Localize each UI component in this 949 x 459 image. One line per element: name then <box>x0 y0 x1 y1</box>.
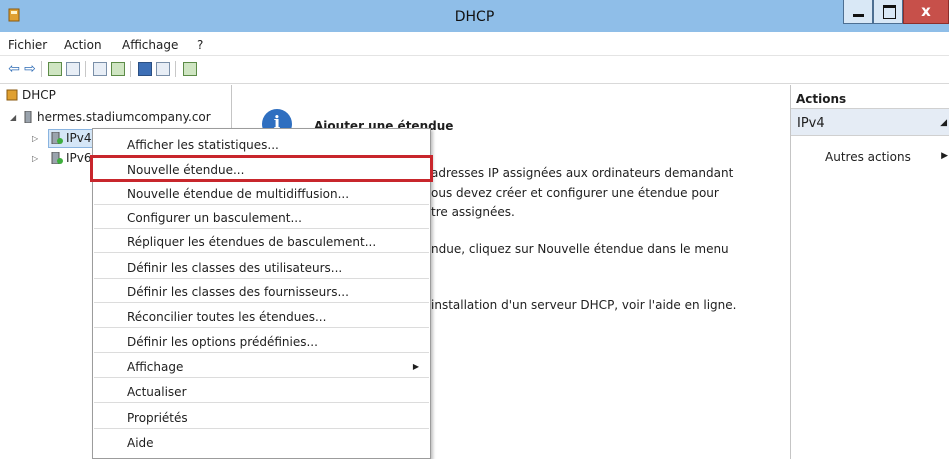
tree-label-ipv4: IPv4 <box>66 131 92 145</box>
menu-item-label: Réconcilier toutes les étendues... <box>127 310 327 324</box>
details-line-1: adresses IP assignées aux ordinateurs de… <box>431 166 734 180</box>
tree-label-server: hermes.stadiumcompany.cor <box>37 110 211 124</box>
details-line-4: ndue, cliquez sur Nouvelle étendue dans … <box>431 242 729 256</box>
help-icon[interactable] <box>138 62 152 76</box>
toolbar-separator <box>130 61 131 77</box>
menu-item-reconcilier[interactable]: Réconcilier toutes les étendues... <box>94 304 429 328</box>
more-actions-link[interactable]: Autres actions <box>825 150 911 164</box>
menu-item-proprietes[interactable]: Propriétés <box>94 405 429 429</box>
details-line-2: ous devez créer et configurer une étendu… <box>431 186 719 200</box>
menu-item-statistiques[interactable]: Afficher les statistiques... <box>94 132 429 156</box>
toolbar-separator <box>85 61 86 77</box>
menu-item-aide[interactable]: Aide <box>94 430 429 454</box>
minimize-button[interactable] <box>843 0 873 24</box>
actions-pane: Actions IPv4 ◢ Autres actions ▶ <box>790 85 949 459</box>
menu-item-label: Répliquer les étendues de basculement... <box>127 235 377 249</box>
export-icon[interactable] <box>93 62 107 76</box>
details-line-3: tre assignées. <box>431 205 515 219</box>
menu-fichier[interactable]: Fichier <box>8 38 47 52</box>
details-line-5: installation d'un serveur DHCP, voir l'a… <box>431 298 737 312</box>
ipv6-icon <box>51 152 63 164</box>
maximize-button[interactable] <box>873 0 903 24</box>
server-icon <box>24 111 32 123</box>
menu-item-repliquer[interactable]: Répliquer les étendues de basculement... <box>94 229 429 253</box>
console-tree-icon[interactable] <box>66 62 80 76</box>
menu-bar: Fichier Action Affichage ? <box>0 32 949 56</box>
close-icon: x <box>921 2 931 20</box>
menu-item-options-predefinies[interactable]: Définir les options prédéfinies... <box>94 329 429 353</box>
properties-icon[interactable] <box>156 62 170 76</box>
menu-item-label: Aide <box>127 436 154 450</box>
close-button[interactable]: x <box>903 0 949 24</box>
menu-item-classes-utilisateurs[interactable]: Définir les classes des utilisateurs... <box>94 255 429 279</box>
menu-item-label: Affichage <box>127 360 184 374</box>
folder-up-icon[interactable] <box>48 62 62 76</box>
menu-item-label: Propriétés <box>127 411 188 425</box>
menu-item-label: Définir les classes des fournisseurs... <box>127 285 349 299</box>
tree-label-ipv6: IPv6 <box>66 151 92 165</box>
menu-action[interactable]: Action <box>64 38 102 52</box>
menu-item-classes-fournisseurs[interactable]: Définir les classes des fournisseurs... <box>94 279 429 303</box>
submenu-arrow-icon: ▶ <box>941 151 948 161</box>
window-title: DHCP <box>454 9 495 25</box>
actions-header: Actions <box>791 85 949 109</box>
tree-label-dhcp: DHCP <box>22 88 56 102</box>
tree-item-server[interactable]: ◢ hermes.stadiumcompany.cor <box>6 109 231 127</box>
menu-item-label: Nouvelle étendue... <box>127 163 245 177</box>
menu-item-label: Définir les options prédéfinies... <box>127 335 318 349</box>
menu-item-affichage[interactable]: Affichage ▶ <box>94 354 429 378</box>
actions-section-ipv4[interactable]: IPv4 ◢ <box>791 109 949 136</box>
toolbar-separator <box>175 61 176 77</box>
menu-affichage[interactable]: Affichage <box>122 38 178 52</box>
menu-item-label: Définir les classes des utilisateurs... <box>127 261 343 275</box>
toolbar-separator <box>41 61 42 77</box>
back-icon[interactable]: ⇦ <box>7 62 21 76</box>
menu-item-basculement[interactable]: Configurer un basculement... <box>94 205 429 229</box>
menu-item-label: Actualiser <box>127 385 187 399</box>
ipv4-icon <box>51 132 63 144</box>
menu-item-nouvelle-etendue[interactable]: Nouvelle étendue... <box>94 157 429 181</box>
menu-item-actualiser[interactable]: Actualiser <box>94 379 429 403</box>
menu-item-label: Configurer un basculement... <box>127 211 302 225</box>
toolbar: ⇦ ⇨ <box>0 56 949 84</box>
dhcp-root-icon <box>6 89 18 101</box>
menu-item-multidiffusion[interactable]: Nouvelle étendue de multidiffusion... <box>94 181 429 205</box>
collapse-icon[interactable]: ◢ <box>940 118 947 128</box>
submenu-arrow-icon: ▶ <box>412 362 419 371</box>
collapse-icon[interactable]: ◢ <box>10 113 16 122</box>
menu-item-label: Nouvelle étendue de multidiffusion... <box>127 187 350 201</box>
menu-item-label: Afficher les statistiques... <box>127 138 279 152</box>
expand-icon[interactable]: ▷ <box>32 134 38 143</box>
context-menu: Afficher les statistiques... Nouvelle ét… <box>92 128 431 459</box>
expand-icon[interactable]: ▷ <box>32 154 38 163</box>
actions-section-label: IPv4 <box>797 116 825 131</box>
computer-icon[interactable] <box>183 62 197 76</box>
forward-icon[interactable]: ⇨ <box>23 62 37 76</box>
refresh-icon[interactable] <box>111 62 125 76</box>
title-bar: DHCP x <box>0 0 949 32</box>
menu-help[interactable]: ? <box>197 38 203 52</box>
